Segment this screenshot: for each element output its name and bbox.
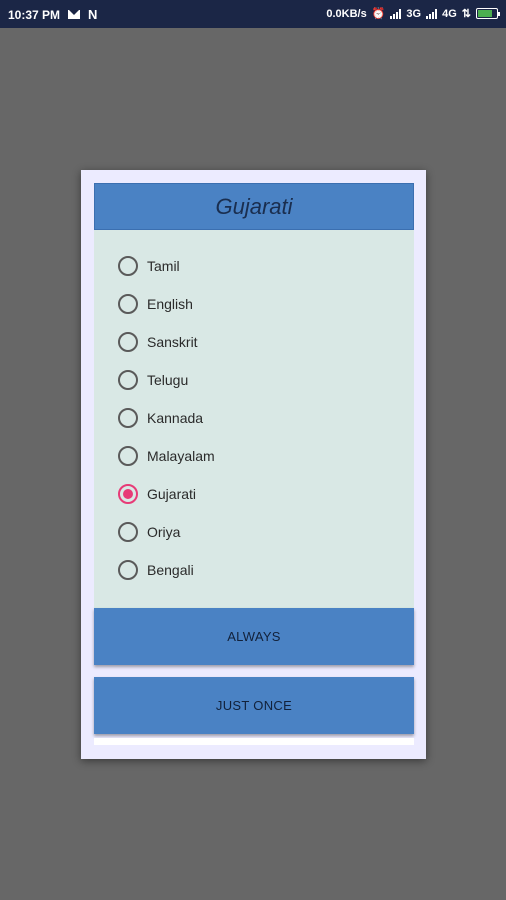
radio-button[interactable] bbox=[118, 256, 138, 276]
language-options-list: Tamil English Sanskrit Telugu Kannada Ma… bbox=[94, 230, 414, 608]
network-speed: 0.0KB/s bbox=[326, 7, 367, 20]
option-telugu[interactable]: Telugu bbox=[118, 366, 188, 394]
radio-button[interactable] bbox=[118, 408, 138, 428]
option-sanskrit[interactable]: Sanskrit bbox=[118, 328, 198, 356]
always-button[interactable]: ALWAYS bbox=[94, 608, 414, 665]
option-label: Kannada bbox=[147, 410, 204, 426]
option-label: Tamil bbox=[147, 258, 180, 274]
sim2-network-type: 4G bbox=[442, 7, 457, 20]
option-kannada[interactable]: Kannada bbox=[118, 404, 203, 432]
option-oriya[interactable]: Oriya bbox=[118, 518, 180, 546]
status-time: 10:37 PM bbox=[8, 7, 61, 22]
option-gujarati[interactable]: Gujarati bbox=[118, 480, 196, 508]
option-label: Telugu bbox=[147, 372, 189, 388]
radio-button[interactable] bbox=[118, 294, 138, 314]
dialog-bottom-strip bbox=[94, 738, 414, 745]
radio-button-selected[interactable] bbox=[118, 484, 138, 504]
signal-icon bbox=[390, 8, 402, 19]
just-once-button[interactable]: JUST ONCE bbox=[94, 677, 414, 734]
alarm-icon: ⏰ bbox=[371, 8, 386, 20]
option-tamil[interactable]: Tamil bbox=[118, 252, 180, 280]
radio-button[interactable] bbox=[118, 370, 138, 390]
radio-button[interactable] bbox=[118, 522, 138, 542]
radio-button[interactable] bbox=[118, 446, 138, 466]
radio-button[interactable] bbox=[118, 332, 138, 352]
option-english[interactable]: English bbox=[118, 290, 193, 318]
dialog-title-bar: Gujarati bbox=[94, 183, 414, 230]
sim1-network-type: 3G bbox=[406, 7, 422, 20]
option-label: Sanskrit bbox=[147, 334, 198, 350]
signal-icon-2 bbox=[426, 8, 438, 19]
option-label: English bbox=[147, 296, 193, 312]
language-dialog: Gujarati Tamil English Sanskrit Telugu K… bbox=[81, 170, 426, 759]
radio-button[interactable] bbox=[118, 560, 138, 580]
option-bengali[interactable]: Bengali bbox=[118, 556, 194, 584]
dialog-title: Gujarati bbox=[215, 193, 293, 219]
option-malayalam[interactable]: Malayalam bbox=[118, 442, 215, 470]
battery-icon bbox=[476, 8, 500, 19]
option-label: Bengali bbox=[147, 562, 194, 578]
n-notification-icon: N bbox=[88, 7, 98, 22]
option-label: Oriya bbox=[147, 524, 181, 540]
option-label: Gujarati bbox=[147, 486, 197, 502]
mail-icon bbox=[68, 10, 81, 19]
data-transfer-icon: ⇅ bbox=[461, 8, 471, 20]
option-label: Malayalam bbox=[147, 448, 215, 464]
status-bar: 10:37 PM N 0.0KB/s ⏰ 3G 4G ⇅ bbox=[0, 0, 506, 28]
